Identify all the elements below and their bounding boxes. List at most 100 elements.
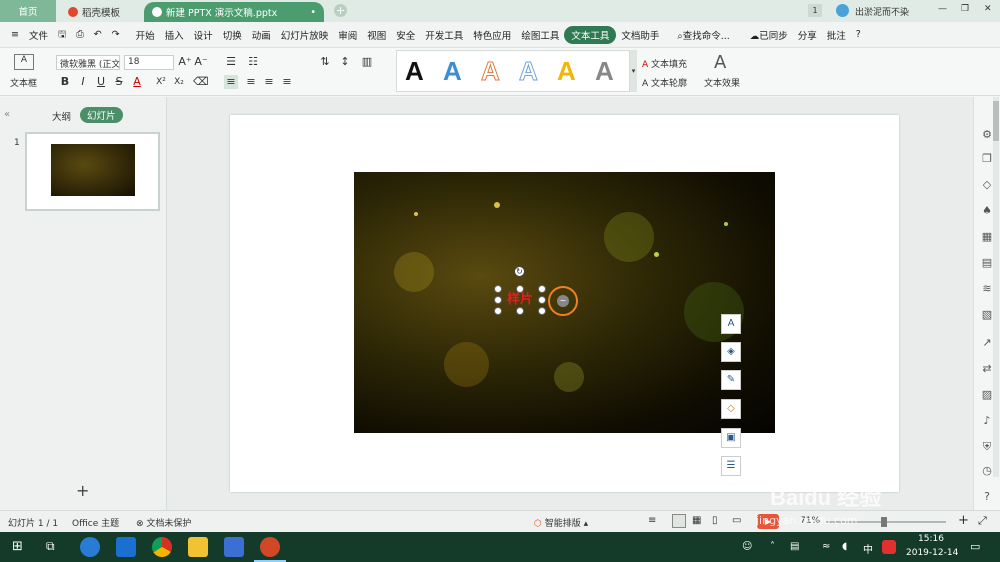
bullets-icon[interactable]: ☰ bbox=[224, 55, 238, 69]
menu-item[interactable]: 动画 bbox=[247, 28, 276, 42]
justify-icon[interactable]: ≡ bbox=[280, 75, 294, 89]
presenter-icon[interactable]: ▭ bbox=[732, 515, 741, 526]
text-format-icon[interactable]: A bbox=[721, 314, 741, 334]
tab-home[interactable]: 首页 bbox=[0, 0, 56, 22]
underline-button[interactable]: U bbox=[94, 75, 108, 89]
menu-item[interactable]: 设计 bbox=[189, 28, 218, 42]
history-icon[interactable]: ◷ bbox=[979, 463, 995, 479]
avatar[interactable] bbox=[836, 4, 849, 17]
bold-button[interactable]: B bbox=[58, 75, 72, 89]
smart-layout-button[interactable]: ⬡ 智能排版 ▴ bbox=[534, 516, 588, 529]
resize-handle[interactable] bbox=[494, 285, 502, 293]
menu-file[interactable]: 文件 bbox=[24, 28, 53, 42]
text-style-option[interactable]: A bbox=[443, 53, 462, 89]
textbox-button[interactable]: 文本框 bbox=[10, 76, 37, 89]
sound-icon[interactable]: ♪ bbox=[979, 413, 995, 429]
superscript-button[interactable]: X² bbox=[154, 75, 168, 89]
image-icon[interactable]: ▨ bbox=[979, 387, 995, 403]
resize-handle[interactable] bbox=[516, 307, 524, 315]
align-center-icon[interactable]: ≡ bbox=[244, 75, 258, 89]
text-style-option[interactable]: A bbox=[405, 53, 424, 89]
network-icon[interactable]: ▤ bbox=[790, 541, 799, 552]
wps-writer-icon[interactable] bbox=[224, 537, 244, 557]
font-name-select[interactable]: 微软雅黑 (正文 bbox=[56, 55, 120, 70]
ie-icon[interactable] bbox=[80, 537, 100, 557]
restore-button[interactable]: ❐ bbox=[961, 4, 969, 14]
menu-item[interactable]: 视图 bbox=[362, 28, 391, 42]
save-icon[interactable]: 🖫 bbox=[53, 27, 71, 43]
add-slide-button[interactable]: + bbox=[76, 481, 89, 500]
resize-handle[interactable] bbox=[538, 307, 546, 315]
sorter-view-icon[interactable]: ▦ bbox=[692, 515, 701, 526]
ink-icon[interactable]: ♠ bbox=[979, 203, 995, 219]
pen-icon[interactable]: ✎ bbox=[721, 370, 741, 390]
font-size-select[interactable]: 18 bbox=[124, 55, 174, 70]
gallery-scroll[interactable]: ▾ bbox=[630, 50, 637, 92]
notes-icon[interactable]: ≡ bbox=[648, 515, 656, 526]
comment-button[interactable]: 批注 bbox=[822, 28, 851, 42]
text-fill-button[interactable]: A 文本填充 bbox=[642, 57, 687, 70]
shrink-font-icon[interactable]: A⁻ bbox=[194, 55, 208, 69]
resize-handle[interactable] bbox=[494, 307, 502, 315]
window-count-badge[interactable]: 1 bbox=[808, 4, 822, 17]
menu-item[interactable]: 插入 bbox=[160, 28, 189, 42]
collapse-panel-icon[interactable]: « bbox=[4, 109, 10, 120]
fit-window-icon[interactable]: ⤢ bbox=[978, 514, 987, 528]
chart-icon[interactable]: ▤ bbox=[979, 255, 995, 271]
theme-name[interactable]: Office 主题 bbox=[72, 516, 119, 529]
resize-handle[interactable] bbox=[538, 296, 546, 304]
text-style-option[interactable]: A bbox=[557, 53, 576, 89]
share-icon[interactable]: ↗ bbox=[979, 335, 995, 351]
zoom-thumb[interactable] bbox=[881, 517, 887, 527]
collapse-toolbar-icon[interactable]: − bbox=[557, 295, 569, 307]
slide[interactable]: 样片 ↻ − bbox=[230, 115, 899, 492]
text-effect-icon[interactable]: A bbox=[714, 52, 726, 73]
resize-handle[interactable] bbox=[538, 285, 546, 293]
task-view-icon[interactable]: ⧉ bbox=[46, 539, 55, 554]
folder-icon[interactable] bbox=[188, 537, 208, 557]
help-button[interactable]: ? bbox=[851, 29, 866, 40]
layers-icon[interactable]: ◈ bbox=[721, 342, 741, 362]
menu-assistant[interactable]: 文档助手 bbox=[616, 28, 664, 42]
tray-chevron-icon[interactable]: ˄ bbox=[770, 541, 775, 552]
minimize-button[interactable]: — bbox=[938, 4, 947, 14]
text-outline-button[interactable]: A 文本轮廓 bbox=[642, 76, 687, 89]
edge-icon[interactable] bbox=[116, 537, 136, 557]
align-left-icon[interactable]: ≡ bbox=[224, 75, 238, 89]
template-icon[interactable]: ▧ bbox=[979, 307, 995, 323]
normal-view-icon[interactable] bbox=[672, 514, 686, 528]
wps-tray-icon[interactable] bbox=[882, 540, 896, 554]
resize-handle[interactable] bbox=[494, 296, 502, 304]
text-style-option[interactable]: A bbox=[519, 53, 539, 89]
italic-button[interactable]: I bbox=[76, 75, 90, 89]
tab-text-tools[interactable]: 文本工具 bbox=[564, 25, 617, 44]
shield-icon[interactable]: ⛨ bbox=[979, 439, 995, 455]
subscript-button[interactable]: X₂ bbox=[172, 75, 186, 89]
settings-icon[interactable]: ≋ bbox=[979, 281, 995, 297]
hamburger-icon[interactable]: ≡ bbox=[6, 29, 24, 40]
menu-item[interactable]: 开始 bbox=[131, 28, 160, 42]
username[interactable]: 出淤泥而不染 bbox=[855, 5, 909, 18]
fill-icon[interactable]: ◇ bbox=[721, 399, 741, 419]
sync-status[interactable]: ☁已同步 bbox=[745, 28, 793, 42]
menu-item[interactable]: 特色应用 bbox=[468, 28, 516, 42]
wifi-icon[interactable]: ≈ bbox=[822, 541, 830, 552]
rotate-handle[interactable]: ↻ bbox=[514, 266, 525, 277]
resize-handle[interactable] bbox=[516, 285, 524, 293]
columns-icon[interactable]: ▥ bbox=[360, 55, 374, 69]
ime-indicator[interactable]: 中 bbox=[863, 541, 873, 556]
shape-icon[interactable]: ◇ bbox=[979, 177, 995, 193]
grid-icon[interactable]: ▦ bbox=[979, 229, 995, 245]
grow-font-icon[interactable]: A⁺ bbox=[178, 55, 192, 69]
border-icon[interactable]: ▣ bbox=[721, 428, 741, 448]
protection-status[interactable]: ⊗ 文档未保护 bbox=[136, 516, 191, 529]
clock-date[interactable]: 2019-12-14 bbox=[906, 548, 958, 558]
transfer-icon[interactable]: ⇄ bbox=[979, 361, 995, 377]
close-button[interactable]: ✕ bbox=[984, 4, 992, 14]
menu-item[interactable]: 安全 bbox=[391, 28, 420, 42]
font-color-button[interactable]: A bbox=[130, 75, 144, 89]
menu-item[interactable]: 开发工具 bbox=[420, 28, 468, 42]
text-style-option[interactable]: A bbox=[481, 53, 501, 89]
text-style-option[interactable]: A bbox=[595, 53, 614, 89]
redo-icon[interactable]: ↷ bbox=[107, 29, 125, 40]
